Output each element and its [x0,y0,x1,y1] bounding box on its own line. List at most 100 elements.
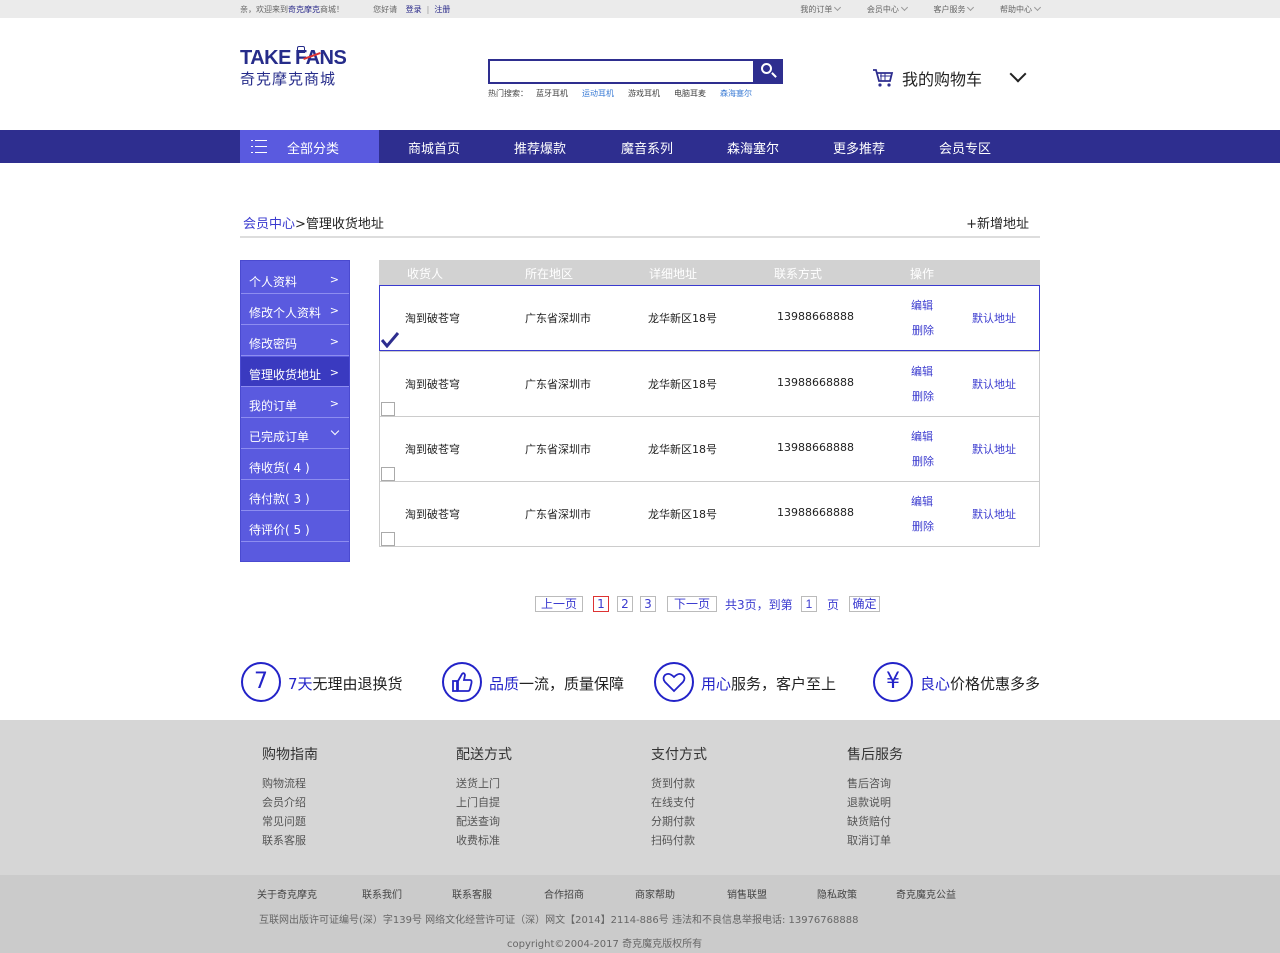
welcome-suffix: 商城！ [320,5,344,14]
footer-bottom-link[interactable]: 联系我们 [362,886,402,901]
yen-icon: ¥ [873,662,913,702]
next-page-button[interactable]: 下一页 [667,596,717,612]
sidebar-item-completed[interactable]: 已完成订单 [241,419,349,449]
site-logo[interactable]: TAKE FANS 奇克摩克商城 [240,46,360,98]
goto-page-input[interactable] [801,596,817,612]
sidebar-item-to-review[interactable]: 待评价( 5 ) [241,512,349,542]
footer-bottom-link[interactable]: 奇克魔克公益 [896,886,956,901]
footer-bottom-link[interactable]: 联系客服 [452,886,492,901]
page-button-3[interactable]: 3 [640,596,656,612]
address-table-header: 收货人 所在地区 详细地址 联系方式 操作 [379,260,1040,285]
sidebar-item-orders[interactable]: 我的订单 > [241,388,349,418]
breadcrumb-parent[interactable]: 会员中心 [243,217,295,232]
footer-bottom-link[interactable]: 商家帮助 [635,886,675,901]
delete-link[interactable]: 删除 [912,322,934,338]
address: 龙华新区18号 [648,312,717,325]
footer-link[interactable]: 退款说明 [847,793,903,812]
set-default-link[interactable]: 默认地址 [972,506,1016,522]
hot-search-item[interactable]: 运动耳机 [582,89,614,98]
edit-link[interactable]: 编辑 [911,297,933,313]
hot-search-item[interactable]: 游戏耳机 [628,89,660,98]
breadcrumb-sep: > [295,217,306,232]
footer-bottom-link[interactable]: 销售联盟 [727,886,767,901]
sidebar-item-password[interactable]: 修改密码 > [241,326,349,356]
row-checkbox[interactable] [381,467,395,481]
chevron-right-icon: > [329,304,339,317]
nav-item-beats[interactable]: 魔音系列 [621,138,673,157]
table-row[interactable]: 淘到破苍穹 广东省深圳市 龙华新区18号 13988668888 编辑 删除 默… [379,416,1040,482]
logo-take: TAKE [240,47,291,69]
footer-link[interactable]: 缺货赔付 [847,812,903,831]
footer-link[interactable]: 送货上门 [456,774,512,793]
table-row[interactable]: 淘到破苍穹 广东省深圳市 龙华新区18号 13988668888 编辑 删除 默… [379,351,1040,417]
login-link[interactable]: 登录 [406,5,422,14]
page-button-2[interactable]: 2 [617,596,633,612]
cart-button[interactable]: 我的购物车 [872,65,1042,90]
hot-search-item[interactable]: 森海塞尔 [720,89,752,98]
footer-bottom-link[interactable]: 合作招商 [544,886,584,901]
welcome-brand: 奇克摩克 [288,5,320,14]
footer-column-delivery: 配送方式 送货上门 上门自提 配送查询 收费标准 [456,744,512,850]
footer-link[interactable]: 扫码付款 [651,831,707,850]
sidebar-item-to-receive[interactable]: 待收货( 4 ) [241,450,349,480]
footer-link[interactable]: 在线支付 [651,793,707,812]
footer-link[interactable]: 常见问题 [262,812,318,831]
table-row[interactable]: 淘到破苍穹 广东省深圳市 龙华新区18号 13988668888 编辑 删除 默… [379,285,1040,351]
confirm-page-button[interactable]: 确定 [849,596,880,612]
footer-link[interactable]: 联系客服 [262,831,318,850]
nav-item-home[interactable]: 商城首页 [408,138,460,157]
top-link-orders[interactable]: 我的订单 [800,3,842,14]
footer-link[interactable]: 会员介绍 [262,793,318,812]
set-default-link[interactable]: 默认地址 [972,376,1016,392]
footer-link[interactable]: 上门自提 [456,793,512,812]
address: 龙华新区18号 [648,443,717,456]
footer-link[interactable]: 购物流程 [262,774,318,793]
thumbs-up-icon [442,662,482,702]
register-link[interactable]: 注册 [434,5,450,14]
all-categories-label: 全部分类 [287,142,340,157]
footer-link[interactable]: 配送查询 [456,812,512,831]
footer-bottom-link[interactable]: 关于奇克摩克 [257,886,317,901]
table-row[interactable]: 淘到破苍穹 广东省深圳市 龙华新区18号 13988668888 编辑 删除 默… [379,481,1040,547]
sidebar-item-edit-profile[interactable]: 修改个人资料 > [241,295,349,325]
top-link-member[interactable]: 会员中心 [867,3,908,14]
footer-link[interactable]: 货到付款 [651,774,707,793]
sidebar-item-profile[interactable]: 个人资料 > [241,264,349,294]
nav-item-hot[interactable]: 推荐爆款 [514,138,566,157]
checkmark-icon[interactable] [381,332,399,348]
delete-link[interactable]: 删除 [912,388,934,404]
edit-link[interactable]: 编辑 [911,428,933,444]
hot-search-item[interactable]: 电脑耳麦 [674,89,706,98]
footer-link[interactable]: 分期付款 [651,812,707,831]
footer-link[interactable]: 取消订单 [847,831,903,850]
nav-item-member[interactable]: 会员专区 [939,138,991,157]
cart-label: 我的购物车 [902,70,983,89]
all-categories-button[interactable]: 全部分类 [240,130,379,163]
sidebar-item-to-pay[interactable]: 待付款( 3 ) [241,481,349,511]
main-nav: 全部分类 商城首页 推荐爆款 魔音系列 森海塞尔 更多推荐 会员专区 [0,130,1280,163]
top-link-help[interactable]: 帮助中心 [1000,3,1042,14]
search-button[interactable] [754,59,783,84]
sidebar-item-address[interactable]: 管理收货地址 > [241,357,349,387]
edit-link[interactable]: 编辑 [911,493,933,509]
set-default-link[interactable]: 默认地址 [972,310,1016,326]
set-default-link[interactable]: 默认地址 [972,441,1016,457]
footer-link[interactable]: 售后咨询 [847,774,903,793]
footer-link[interactable]: 收费标准 [456,831,512,850]
search-input[interactable] [488,59,755,84]
hot-search-item[interactable]: 蓝牙耳机 [536,89,568,98]
page-button-1[interactable]: 1 [593,596,609,612]
prev-page-button[interactable]: 上一页 [535,596,583,612]
edit-link[interactable]: 编辑 [911,363,933,379]
add-address-button[interactable]: +新增地址 [966,213,1029,232]
nav-item-more[interactable]: 更多推荐 [833,138,885,157]
row-checkbox[interactable] [381,402,395,416]
chevron-down-icon[interactable] [1009,65,1027,83]
top-link-service[interactable]: 客户服务 [933,3,975,14]
delete-link[interactable]: 删除 [912,453,934,469]
delete-link[interactable]: 删除 [912,518,934,534]
row-checkbox[interactable] [381,532,395,546]
footer-bottom-link[interactable]: 隐私政策 [817,886,857,901]
hot-search-label: 热门搜索： [488,89,528,98]
nav-item-sennheiser[interactable]: 森海塞尔 [727,138,779,157]
